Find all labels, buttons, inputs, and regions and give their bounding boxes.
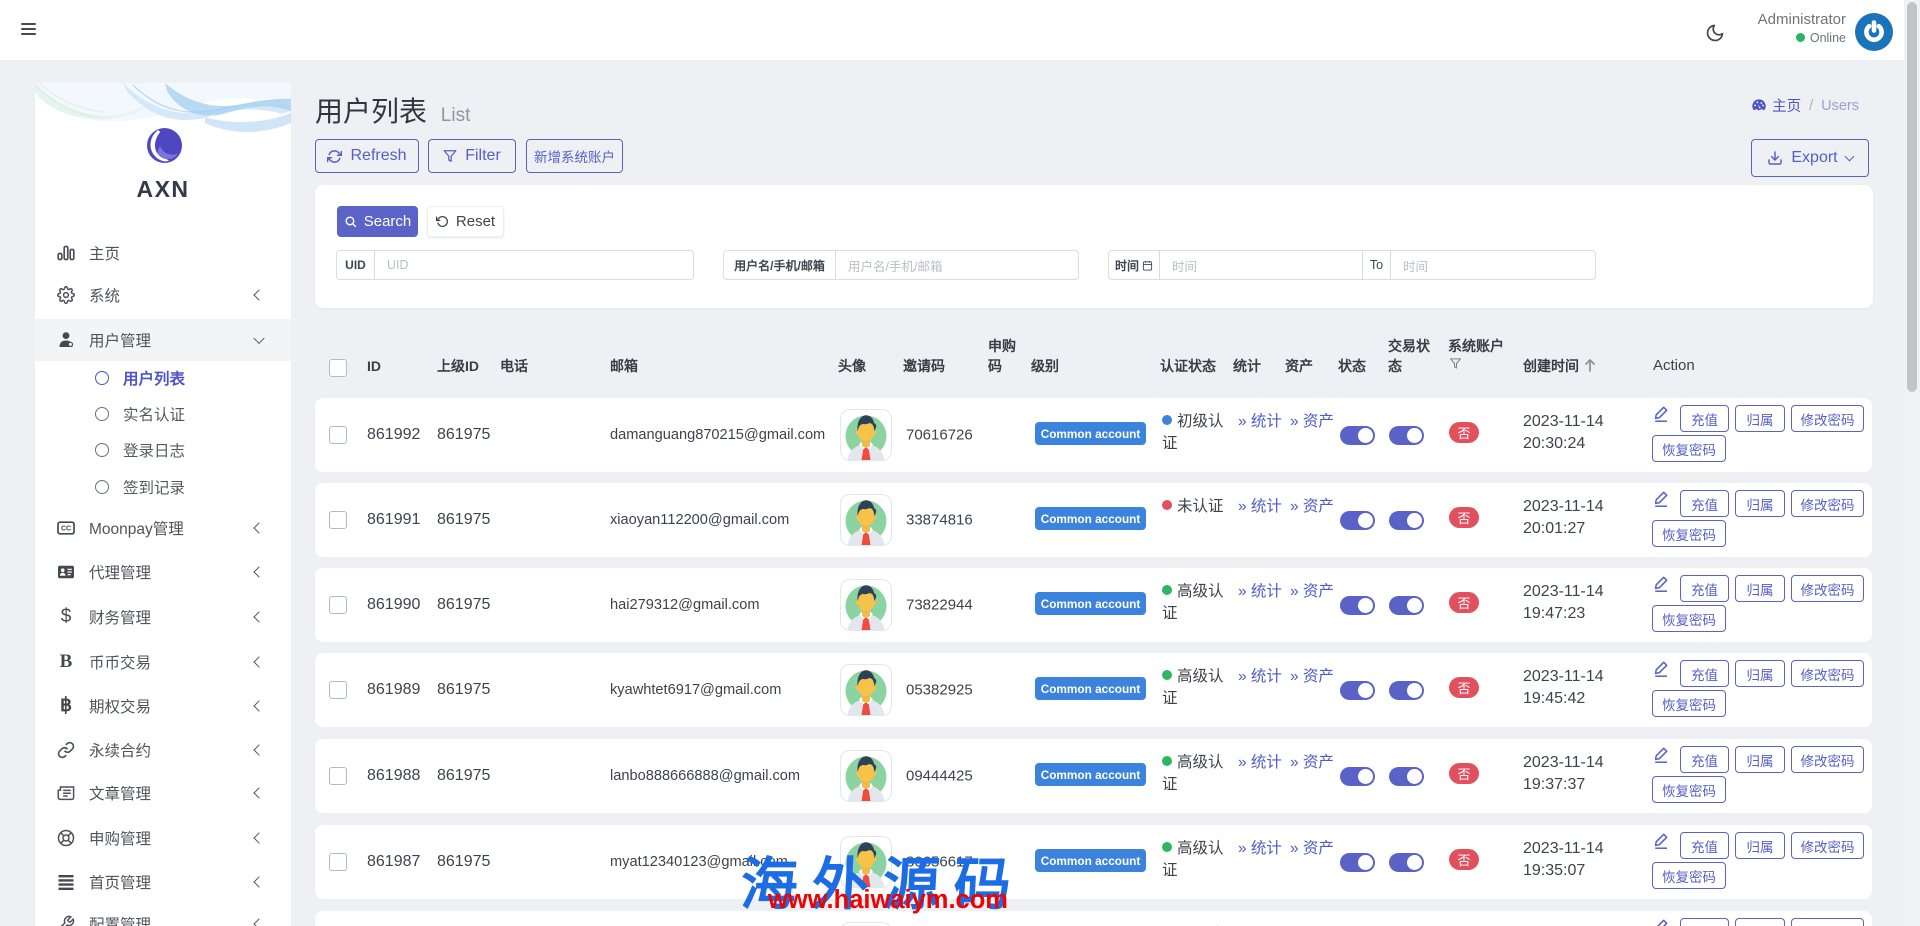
svg-text:CC: CC [61, 525, 71, 532]
